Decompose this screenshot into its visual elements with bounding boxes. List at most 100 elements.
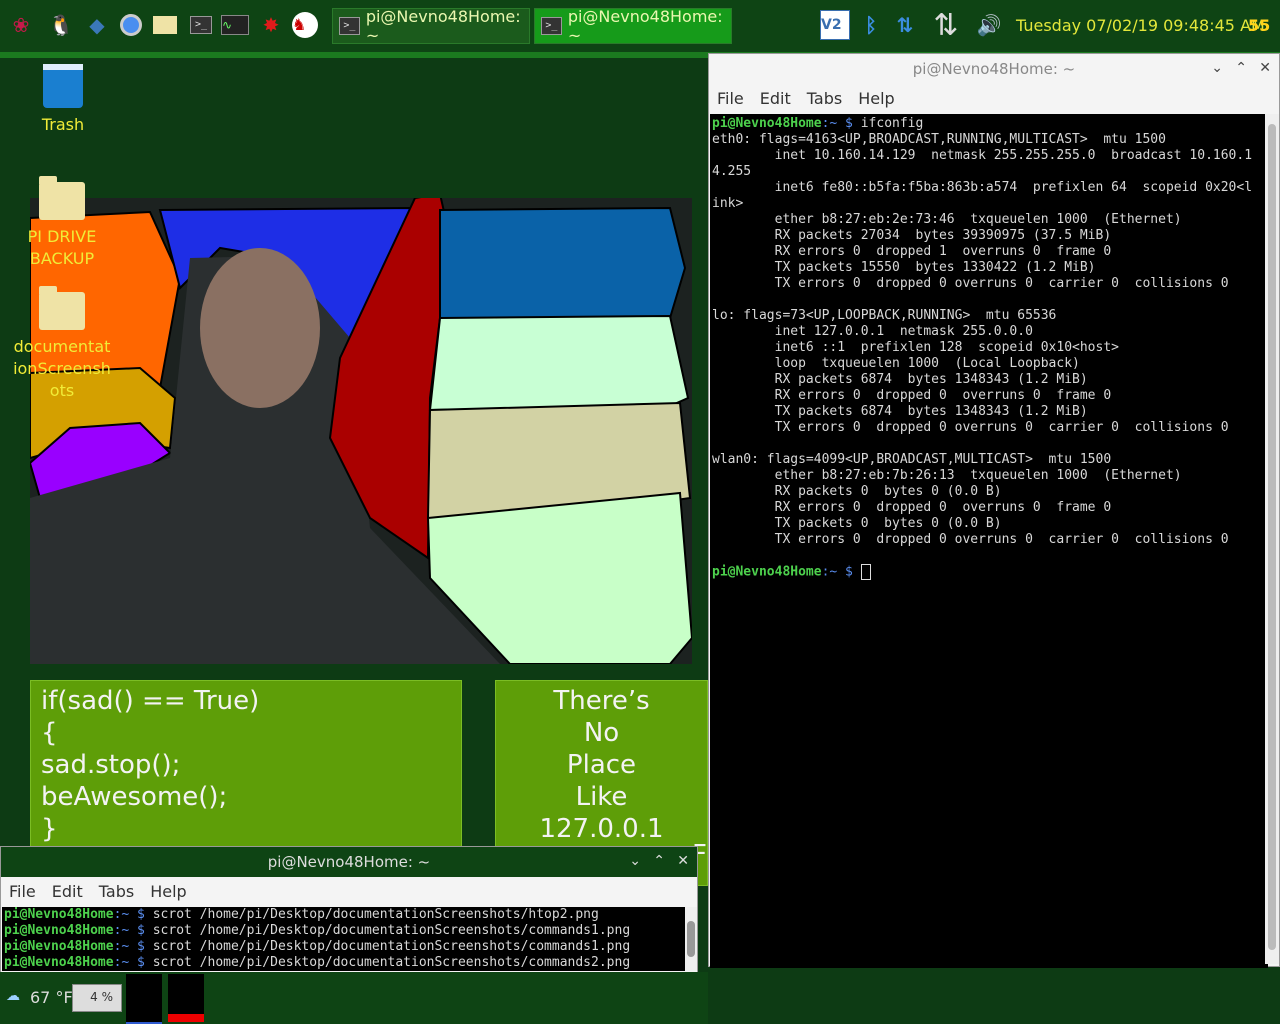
- terminal-line: pi@Nevno48Home:~ $ scrot /home/pi/Deskto…: [4, 907, 684, 923]
- cpu-graph[interactable]: [126, 974, 162, 1024]
- home-line: There’s: [553, 686, 650, 716]
- weather-icon: ☁: [6, 988, 20, 1004]
- menu-tabs[interactable]: Tabs: [807, 89, 842, 108]
- wallpaper-drawing: [30, 198, 692, 664]
- menu-help[interactable]: Help: [858, 89, 894, 108]
- weather-temp[interactable]: 67 °F: [30, 988, 73, 1007]
- taskbar-button-terminal-2[interactable]: >_ pi@Nevno48Home: ~: [534, 7, 732, 45]
- terminal-window-secondary: pi@Nevno48Home: ~ ⌄ ⌃ ✕ File Edit Tabs H…: [0, 846, 698, 974]
- menu-bar: File Edit Tabs Help: [709, 84, 1279, 112]
- prompt-user: pi@Nevno48Home: [4, 955, 114, 970]
- terminal-window-main: pi@Nevno48Home: ~ ⌄ ⌃ ✕ File Edit Tabs H…: [708, 53, 1280, 968]
- prompt-path: :~ $: [113, 907, 153, 922]
- minimize-icon[interactable]: ⌄: [629, 853, 641, 869]
- python-icon[interactable]: ◆: [82, 10, 112, 40]
- menu-tabs[interactable]: Tabs: [99, 882, 134, 901]
- menu-help[interactable]: Help: [150, 882, 186, 901]
- desktop-icon-trash[interactable]: Trash: [28, 64, 98, 136]
- terminal-output-line: TX errors 0 dropped 0 overruns 0 carrier…: [712, 276, 1229, 291]
- terminal-output-line: TX packets 6874 bytes 1348343 (1.2 MiB): [712, 404, 1088, 419]
- desktop-icon-label: Trash: [41, 115, 85, 134]
- clock[interactable]: Tuesday 07/02/19 09:48:45 AM: [1016, 16, 1265, 35]
- network-arrows-icon[interactable]: ⇅: [890, 10, 920, 40]
- bottom-panel: ☁ 67 °F 4 %: [0, 972, 708, 1024]
- cpu-indicator[interactable]: 55: [1248, 16, 1270, 35]
- close-icon[interactable]: ✕: [1259, 60, 1271, 76]
- task-label: pi@Nevno48Home: ~: [365, 7, 521, 45]
- chromium-icon[interactable]: [116, 10, 146, 40]
- code-line: beAwesome();: [41, 782, 228, 812]
- network-transfer-icon[interactable]: ⇅: [928, 8, 964, 43]
- raspberry-menu-icon[interactable]: ❀: [6, 10, 36, 40]
- terminal-line: pi@Nevno48Home:~ $: [712, 564, 1266, 581]
- prompt-user: pi@Nevno48Home: [712, 116, 822, 131]
- terminal-cursor: [860, 564, 871, 580]
- top-panel: ❀ 🐧 ◆ >_ ∿ ✸ ♞ >_ pi@Nevno48Home: ~ >_ p…: [0, 0, 1280, 58]
- terminal-line: pi@Nevno48Home:~ $ scrot /home/pi/Deskto…: [4, 939, 684, 955]
- maximize-icon[interactable]: ⌃: [1235, 60, 1247, 76]
- burst-icon[interactable]: ✸: [256, 10, 286, 40]
- terminal-icon[interactable]: >_: [186, 10, 216, 40]
- terminal-output-line: lo: flags=73<UP,LOOPBACK,RUNNING> mtu 65…: [712, 308, 1057, 323]
- terminal-output-line: ink>: [712, 196, 744, 211]
- scrollbar-thumb[interactable]: [1268, 124, 1276, 950]
- vnc-icon[interactable]: V2: [820, 10, 850, 40]
- terminal-output-line: RX packets 6874 bytes 1348343 (1.2 MiB): [712, 372, 1088, 387]
- system-monitor-icon[interactable]: ∿: [220, 10, 250, 40]
- desktop-icon-documentation-screenshots[interactable]: documentationScreenshots: [12, 286, 112, 402]
- minimize-icon[interactable]: ⌄: [1211, 60, 1223, 76]
- terminal-output-line: TX packets 15550 bytes 1330422 (1.2 MiB): [712, 260, 1096, 275]
- terminal-output[interactable]: pi@Nevno48Home:~ $ scrot /home/pi/Deskto…: [2, 907, 686, 971]
- cpu-usage-meter[interactable]: 4 %: [72, 984, 122, 1012]
- folder-icon: [39, 286, 85, 330]
- wallpaper-code-box: if(sad() == True) { sad.stop(); beAwesom…: [30, 680, 462, 850]
- terminal-command: scrot /home/pi/Desktop/documentationScre…: [152, 907, 599, 922]
- terminal-output-line: ether b8:27:eb:2e:73:46 txqueuelen 1000 …: [712, 212, 1182, 227]
- scrollbar-thumb[interactable]: [687, 921, 695, 957]
- prompt-user: pi@Nevno48Home: [4, 923, 114, 938]
- taskbar-button-terminal-1[interactable]: >_ pi@Nevno48Home: ~: [332, 7, 530, 45]
- task-label: pi@Nevno48Home: ~: [567, 7, 723, 45]
- scrollbar[interactable]: [1265, 114, 1279, 964]
- window-title: pi@Nevno48Home: ~: [912, 60, 1076, 78]
- menu-edit[interactable]: Edit: [52, 882, 83, 901]
- wolfram-icon[interactable]: ♞: [290, 10, 320, 40]
- close-icon[interactable]: ✕: [677, 853, 689, 869]
- home-line: 127.0.0.1: [539, 814, 664, 844]
- desktop-icon-pi-drive-backup[interactable]: PI DRIVE BACKUP: [20, 176, 104, 270]
- menu-edit[interactable]: Edit: [760, 89, 791, 108]
- terminal-icon: >_: [339, 17, 360, 35]
- menu-file[interactable]: File: [717, 89, 744, 108]
- terminal-output-line: inet 10.160.14.129 netmask 255.255.255.0…: [712, 148, 1253, 163]
- terminal-output-line: TX packets 0 bytes 0 (0.0 B): [712, 516, 1002, 531]
- maximize-icon[interactable]: ⌃: [653, 853, 665, 869]
- wallpaper-image: [30, 198, 692, 664]
- terminal-output-line: inet6 fe80::b5fa:f5ba:863b:a574 prefixle…: [712, 180, 1253, 195]
- prompt-path: :~ $: [821, 564, 861, 580]
- penguin-icon[interactable]: 🐧: [46, 10, 76, 40]
- desktop-icon-label: PI DRIVE BACKUP: [27, 227, 97, 268]
- window-titlebar[interactable]: pi@Nevno48Home: ~ ⌄ ⌃ ✕: [1, 847, 697, 877]
- home-line: Like: [575, 782, 628, 812]
- menu-file[interactable]: File: [9, 882, 36, 901]
- cpu-usage-label: 4 %: [90, 990, 113, 1004]
- terminal-output-line: inet6 ::1 prefixlen 128 scopeid 0x10<hos…: [712, 340, 1119, 355]
- memory-graph[interactable]: [168, 974, 204, 1022]
- terminal-output-line: RX errors 0 dropped 1 overruns 0 frame 0: [712, 244, 1112, 259]
- window-titlebar[interactable]: pi@Nevno48Home: ~ ⌄ ⌃ ✕: [709, 54, 1279, 84]
- prompt-path: :~ $: [113, 939, 153, 954]
- terminal-output[interactable]: pi@Nevno48Home:~ $ ifconfig eth0: flags=4…: [710, 114, 1268, 968]
- terminal-output-line: RX errors 0 dropped 0 overruns 0 frame 0: [712, 500, 1112, 515]
- scrollbar[interactable]: [685, 907, 697, 971]
- file-manager-icon[interactable]: [150, 10, 180, 40]
- home-line: No: [583, 718, 620, 748]
- bluetooth-icon[interactable]: ᛒ: [856, 10, 886, 40]
- terminal-command: scrot /home/pi/Desktop/documentationScre…: [152, 923, 631, 938]
- folder-icon: [39, 176, 85, 220]
- prompt-user: pi@Nevno48Home: [4, 907, 114, 922]
- terminal-output-line: wlan0: flags=4099<UP,BROADCAST,MULTICAST…: [712, 452, 1112, 467]
- terminal-command: scrot /home/pi/Desktop/documentationScre…: [152, 955, 631, 970]
- volume-icon[interactable]: 🔊: [974, 10, 1004, 40]
